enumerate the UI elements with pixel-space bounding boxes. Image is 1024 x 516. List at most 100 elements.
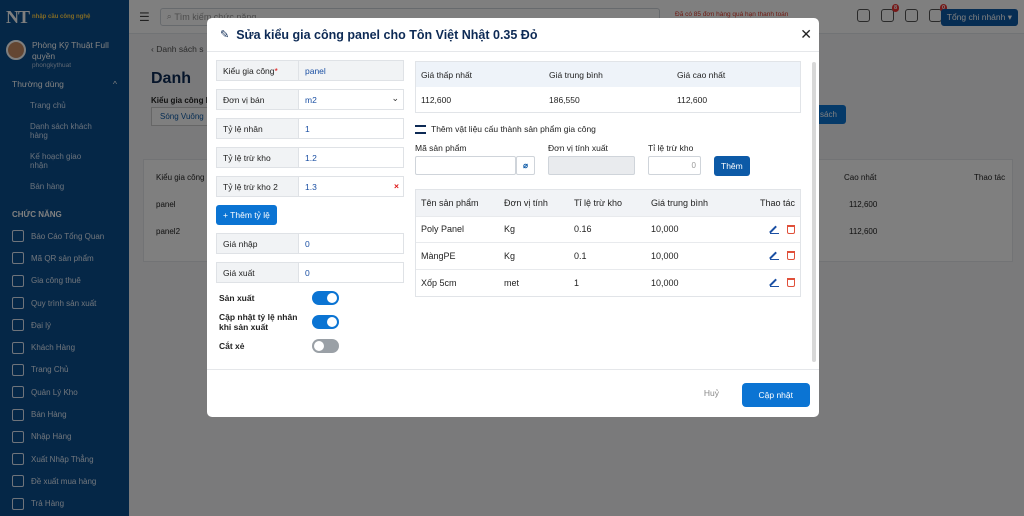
field-unit: Đơn vị bán m2 ⌄: [216, 89, 404, 110]
field-stock-ratio: Tỷ lệ trừ kho 1.2: [216, 147, 404, 168]
row-actions: [751, 224, 800, 234]
cut-toggle[interactable]: [312, 339, 339, 353]
trash-icon[interactable]: [787, 278, 795, 288]
field-processing-type: Kiểu gia công* panel: [216, 60, 404, 81]
table-header-cell: Tên sản phẩm: [421, 197, 479, 208]
add-material-form: Mã sản phẩm ⌀ Đơn vị tính xuất Tỉ lệ trừ…: [415, 140, 801, 188]
toggle-row-production: Sản xuất: [219, 291, 339, 305]
table-header-cell: Thao tác: [759, 197, 795, 208]
table-cell: met: [504, 277, 520, 288]
edit-icon[interactable]: [770, 251, 779, 261]
table-cell: 0.1: [574, 250, 587, 261]
stats-header: Giá thấp nhất Giá trung bình Giá cao nhấ…: [416, 62, 800, 87]
table-row: Xốp 5cm met 1 10,000: [416, 270, 800, 297]
update-button[interactable]: Cập nhật: [741, 383, 810, 407]
field-label: Tỷ lệ trừ kho 2: [217, 177, 299, 196]
field-import-price: Giá nhập 0: [216, 233, 404, 254]
field-multiplier: Tỷ lệ nhân 1: [216, 118, 404, 139]
trash-icon[interactable]: [787, 251, 795, 261]
processing-type-value: panel: [299, 61, 403, 80]
materials-table: Tên sản phẩm Đơn vị tính Tỉ lệ trừ kho G…: [415, 189, 801, 297]
stat-value: 186,550: [549, 94, 580, 105]
toggle-knob: [314, 341, 324, 351]
required-mark: *: [274, 66, 278, 76]
edit-icon[interactable]: [770, 225, 779, 234]
stat-value: 112,600: [677, 94, 708, 105]
modal-title: Sửa kiểu gia công panel cho Tôn Việt Nhậ…: [236, 27, 538, 42]
toggle-row-update-multiplier: Cập nhật tỷ lệ nhân khi sản xuất: [219, 312, 339, 332]
cancel-button[interactable]: Huỷ: [704, 388, 719, 398]
remove-icon[interactable]: ×: [394, 181, 399, 191]
product-code-input[interactable]: [415, 156, 516, 175]
update-multiplier-toggle[interactable]: [312, 315, 339, 329]
multiplier-input[interactable]: 1: [299, 119, 403, 138]
form-left: Kiểu gia công* panel Đơn vị bán m2 ⌄ Tỷ l…: [216, 60, 404, 360]
field-label: Tỷ lệ nhân: [217, 119, 299, 138]
table-cell: MàngPE: [421, 250, 456, 261]
table-cell: 10,000: [651, 277, 679, 288]
unit-select[interactable]: m2 ⌄: [299, 90, 403, 109]
stock-ratio-2-input[interactable]: 1.3 ×: [299, 177, 403, 196]
toggle-label: Sản xuất: [219, 293, 255, 303]
list-icon: [415, 124, 426, 134]
table-cell: Poly Panel: [421, 224, 465, 235]
table-header-cell: Tỉ lệ trừ kho: [574, 197, 623, 208]
unit-value: m2: [305, 95, 317, 105]
table-row: Poly Panel Kg 0.16 10,000: [416, 217, 800, 243]
table-cell: Kg: [504, 224, 516, 235]
toggle-knob: [327, 317, 337, 327]
table-row: MàngPE Kg 0.1 10,000: [416, 243, 800, 270]
field-label: Kiểu gia công*: [217, 61, 299, 80]
table-header-cell: Giá trung bình: [651, 197, 709, 208]
table-header-cell: Đơn vị tính: [504, 197, 548, 208]
field-export-price: Giá xuất 0: [216, 262, 404, 283]
table-cell: 10,000: [651, 250, 679, 261]
ratio-input[interactable]: 0: [648, 156, 701, 175]
table-cell: 0.16: [574, 224, 592, 235]
chevron-down-icon: ⌄: [391, 93, 399, 103]
modal-header: ✎ Sửa kiểu gia công panel cho Tôn Việt N…: [207, 18, 819, 52]
ratio-label: Tỉ lệ trừ kho: [648, 143, 694, 153]
table-cell: Kg: [504, 250, 516, 261]
form-right: Giá thấp nhất Giá trung bình Giá cao nhấ…: [415, 61, 801, 297]
toggle-knob: [327, 293, 337, 303]
field-stock-ratio-2: Tỷ lệ trừ kho 2 1.3 ×: [216, 176, 404, 197]
row-actions: [751, 251, 800, 261]
modal-footer: Huỷ Cập nhật: [207, 369, 819, 417]
field-label: Tỷ lệ trừ kho: [217, 148, 299, 167]
table-cell: 10,000: [651, 224, 679, 235]
add-ratio-button[interactable]: + Thêm tỷ lệ: [216, 205, 277, 225]
toggle-row-cut: Cắt xẻ: [219, 339, 339, 353]
stock-ratio-input[interactable]: 1.2: [299, 148, 403, 167]
add-material-button[interactable]: Thêm: [714, 156, 750, 176]
stat-label: Giá thấp nhất: [421, 69, 473, 80]
stats-values: 112,600 186,550 112,600: [416, 87, 800, 112]
close-icon[interactable]: ✕: [800, 26, 812, 43]
edit-processing-modal: ✎ Sửa kiểu gia công panel cho Tôn Việt N…: [207, 18, 819, 417]
field-label-text: Kiểu gia công: [223, 66, 275, 76]
modal-scrollbar[interactable]: [812, 62, 816, 362]
materials-heading: Thêm vật liệu cấu thành sản phẩm gia côn…: [415, 124, 801, 134]
trash-icon[interactable]: [787, 224, 795, 234]
export-price-input[interactable]: 0: [299, 263, 403, 282]
toggle-label: Cắt xẻ: [219, 341, 245, 351]
stat-label: Giá cao nhất: [677, 69, 726, 80]
import-price-input[interactable]: 0: [299, 234, 403, 253]
table-cell: 1: [574, 277, 580, 288]
pencil-icon: ✎: [220, 29, 230, 41]
unit-out-input: [548, 156, 635, 175]
row-actions: [751, 278, 800, 288]
table-cell: Xốp 5cm: [421, 277, 457, 288]
toggle-label: Cập nhật tỷ lệ nhân khi sản xuất: [219, 312, 298, 332]
edit-icon[interactable]: [770, 278, 779, 288]
price-stats: Giá thấp nhất Giá trung bình Giá cao nhấ…: [415, 61, 801, 113]
unit-out-label: Đơn vị tính xuất: [548, 143, 608, 153]
barcode-icon[interactable]: ⌀: [516, 156, 535, 175]
field-label: Giá xuất: [217, 263, 299, 282]
stock-ratio-2-value: 1.3: [305, 182, 317, 192]
product-code-label: Mã sản phẩm: [415, 143, 467, 153]
field-label: Giá nhập: [217, 234, 299, 253]
production-toggle[interactable]: [312, 291, 339, 305]
table-header: Tên sản phẩm Đơn vị tính Tỉ lệ trừ kho G…: [416, 190, 800, 217]
stat-value: 112,600: [421, 94, 452, 105]
